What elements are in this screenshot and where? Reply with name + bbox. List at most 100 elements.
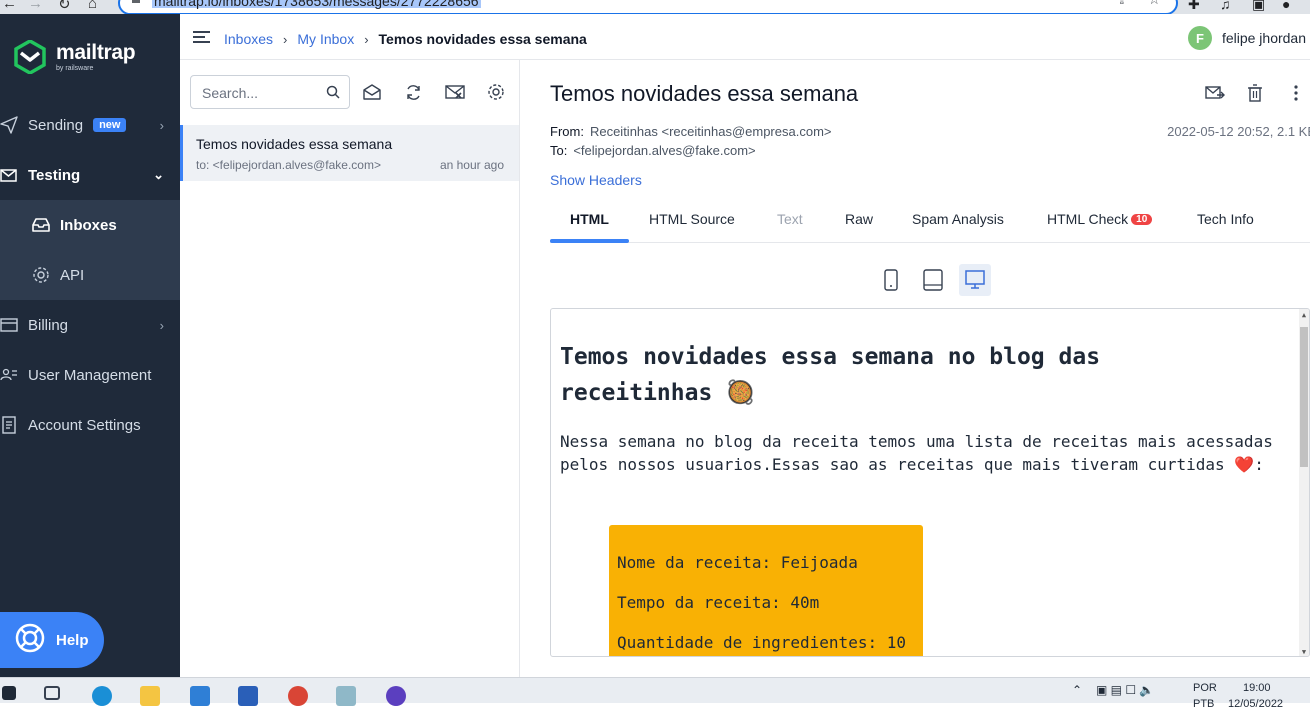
bookmark-star-icon[interactable]: ☆: [1148, 0, 1161, 8]
message-subject: Temos novidades essa semana: [550, 81, 859, 106]
help-button[interactable]: Help: [0, 612, 104, 668]
vscode-icon[interactable]: [190, 686, 210, 706]
share-icon[interactable]: ⇪: [1116, 0, 1128, 8]
tab-raw[interactable]: Raw: [845, 211, 873, 227]
inbox-icon: [30, 216, 52, 234]
tab-text: Text: [777, 211, 803, 227]
os-taskbar: ⌃ ▣ ▤ ☐ 🔈 POR PTB 19:00 12/05/2022: [0, 677, 1310, 710]
message-tabs: HTML HTML Source Text Raw Spam Analysis …: [550, 200, 1310, 243]
home-icon[interactable]: ⌂: [88, 0, 97, 12]
refresh-icon[interactable]: [403, 82, 423, 102]
from-label: From:: [550, 124, 584, 139]
logo-name: mailtrap: [56, 41, 136, 64]
tab-html-check-label: HTML Check: [1047, 211, 1129, 227]
tray-chevron-icon[interactable]: ⌃: [1072, 683, 1082, 697]
search-placeholder: Search...: [202, 85, 259, 101]
avatar: F: [1187, 26, 1212, 50]
email-html-preview[interactable]: Temos novidades essa semana no blog das …: [550, 308, 1310, 657]
crumb-inboxes[interactable]: Inboxes: [224, 31, 273, 47]
tab-search-icon[interactable]: ▣: [1252, 0, 1265, 13]
tab-html-source[interactable]: HTML Source: [649, 211, 735, 227]
sidebar-item-account-settings[interactable]: Account Settings: [0, 400, 180, 450]
preview-scrollbar[interactable]: ▲ ▼: [1299, 309, 1309, 656]
sidebar-item-label: Sending: [28, 116, 84, 134]
to-label: To:: [550, 143, 568, 158]
windows-start-icon[interactable]: [2, 686, 16, 700]
file-explorer-icon[interactable]: [140, 686, 160, 706]
settings-doc-icon: [0, 414, 20, 436]
url-text[interactable]: mailtrap.io/inboxes/1738653/messages/277…: [152, 0, 481, 8]
logo[interactable]: mailtrap by railsware: [14, 40, 136, 74]
back-icon[interactable]: ←: [2, 0, 17, 12]
media-icon[interactable]: ♫: [1220, 0, 1231, 12]
testing-subnav: Inboxes API: [0, 200, 180, 300]
address-bar[interactable]: mailtrap.io/inboxes/1738653/messages/277…: [118, 0, 1178, 15]
top-bar: Inboxes › My Inbox › Temos novidades ess…: [180, 14, 1310, 60]
message-date-size: 2022-05-12 20:52, 2.1 KB: [1167, 124, 1310, 139]
chevron-down-icon: ⌄: [153, 167, 164, 182]
list-item-subject: Temos novidades essa semana: [196, 136, 393, 152]
scroll-thumb[interactable]: [1300, 327, 1308, 467]
trash-icon[interactable]: [1245, 83, 1265, 103]
more-options-icon[interactable]: [1286, 83, 1306, 103]
message-list-panel: Search... Temos novidades essa semana to…: [180, 60, 520, 677]
mark-read-icon[interactable]: [362, 82, 382, 102]
reload-icon[interactable]: ↻: [58, 0, 71, 13]
store-icon[interactable]: [238, 686, 258, 706]
site-info-icon[interactable]: [132, 0, 140, 3]
tray-icons[interactable]: ▣ ▤ ☐ 🔈: [1096, 683, 1154, 697]
recipe-name: Nome da receita: Feijoada: [617, 553, 858, 572]
sidebar-item-inboxes[interactable]: Inboxes: [0, 200, 180, 250]
extensions-icon[interactable]: ✚: [1188, 0, 1200, 13]
chevron-right-icon: ›: [159, 117, 164, 133]
tablet-view-icon[interactable]: [917, 264, 949, 296]
task-view-icon[interactable]: [44, 686, 60, 700]
to-value: <felipejordan.alves@fake.com>: [573, 143, 756, 158]
clear-inbox-icon[interactable]: [445, 82, 465, 102]
forward-icon[interactable]: →: [28, 0, 43, 12]
crumb-separator-icon: ›: [283, 31, 288, 47]
chevron-right-icon: ›: [159, 317, 164, 333]
scroll-up-icon[interactable]: ▲: [1300, 311, 1308, 319]
recipe-card: Nome da receita: Feijoada Tempo da recei…: [609, 525, 923, 656]
app-icon[interactable]: [336, 686, 356, 706]
user-name: felipe jhordan: [1221, 30, 1306, 46]
tab-spam-analysis[interactable]: Spam Analysis: [912, 211, 1004, 227]
gear-icon: [30, 266, 52, 284]
gear-icon[interactable]: [486, 82, 506, 102]
app-icon[interactable]: [386, 686, 406, 706]
desktop-view-icon[interactable]: [959, 264, 991, 296]
profile-icon[interactable]: ●: [1282, 0, 1290, 12]
clock-time[interactable]: 19:00: [1243, 682, 1271, 694]
show-headers-link[interactable]: Show Headers: [550, 172, 642, 188]
sidebar-item-user-management[interactable]: User Management: [0, 350, 180, 400]
active-tab-indicator: [550, 239, 629, 243]
sidebar-item-sending[interactable]: Sending new ›: [0, 100, 180, 150]
user-menu[interactable]: F felipe jhordan: [1187, 26, 1306, 50]
send-icon: [0, 114, 20, 136]
forward-mail-icon[interactable]: [1205, 83, 1225, 103]
crumb-separator-icon: ›: [364, 31, 369, 47]
mobile-view-icon[interactable]: [875, 264, 907, 296]
from-value: Receitinhas <receitinhas@empresa.com>: [589, 124, 832, 139]
list-item[interactable]: Temos novidades essa semana to: <felipej…: [180, 125, 519, 181]
tab-html[interactable]: HTML: [570, 211, 609, 227]
edge-icon[interactable]: [92, 686, 112, 706]
crumb-my-inbox[interactable]: My Inbox: [297, 31, 354, 47]
sidebar-item-testing[interactable]: Testing ⌄: [0, 150, 180, 200]
from-line: From: Receitinhas <receitinhas@empresa.co…: [550, 124, 832, 139]
recipe-time: Tempo da receita: 40m: [617, 593, 820, 612]
logo-sub: by railsware: [56, 65, 94, 72]
scroll-down-icon[interactable]: ▼: [1300, 648, 1308, 656]
sidebar-item-label: User Management: [28, 366, 152, 384]
chrome-icon[interactable]: [288, 686, 308, 706]
search-icon[interactable]: [326, 85, 340, 104]
sidebar-item-api[interactable]: API: [0, 250, 180, 300]
search-input[interactable]: Search...: [190, 75, 350, 109]
menu-toggle-icon[interactable]: [193, 31, 210, 46]
tab-tech-info[interactable]: Tech Info: [1197, 211, 1254, 227]
sidebar-item-billing[interactable]: Billing ›: [0, 300, 180, 350]
input-language-sub: PTB: [1193, 698, 1215, 710]
tab-html-check[interactable]: HTML Check 10: [1047, 211, 1153, 227]
input-language[interactable]: POR: [1193, 682, 1217, 694]
